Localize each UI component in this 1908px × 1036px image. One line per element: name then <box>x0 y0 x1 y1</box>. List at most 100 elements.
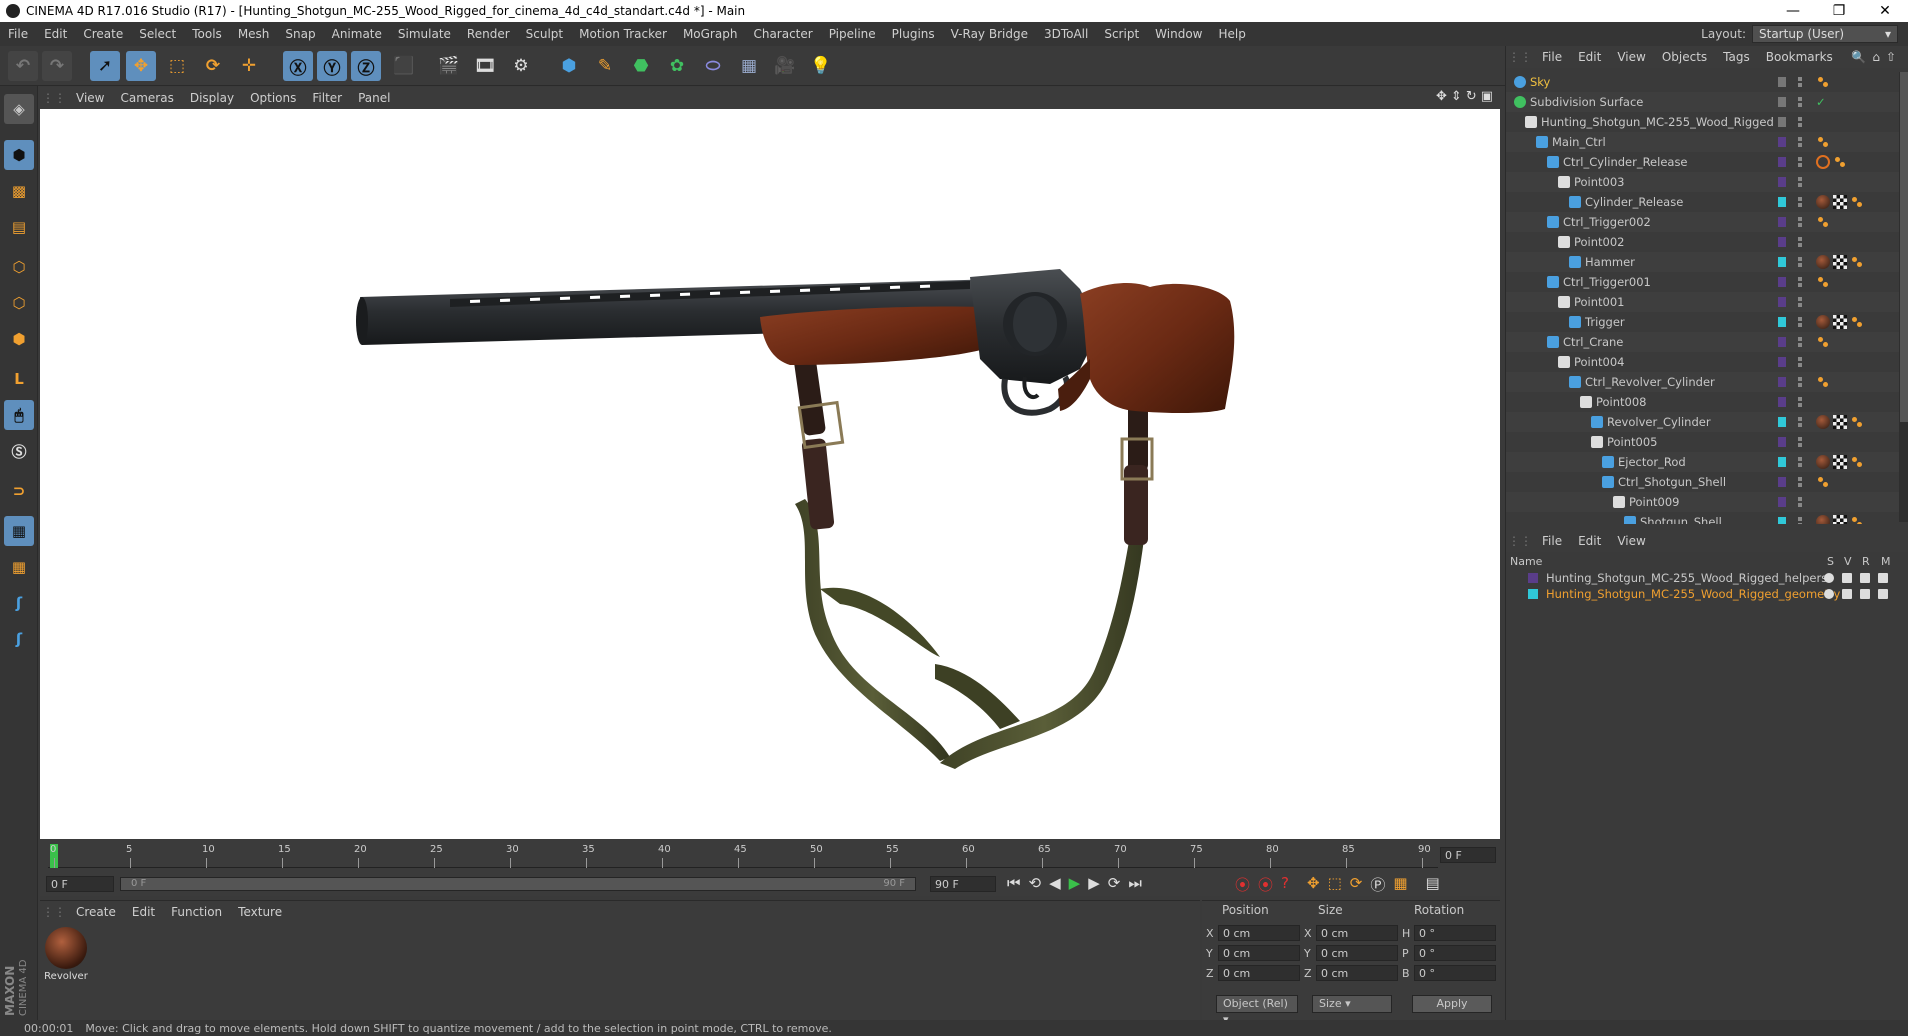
visibility-dots-icon[interactable] <box>1798 177 1802 187</box>
position-value-field[interactable] <box>1218 965 1300 981</box>
visibility-dots-icon[interactable] <box>1798 77 1802 87</box>
viewport-menu-cameras[interactable]: Cameras <box>112 91 181 105</box>
menu-help[interactable]: Help <box>1210 27 1253 41</box>
visibility-dots-icon[interactable] <box>1798 197 1802 207</box>
menu-3dtoall[interactable]: 3DToAll <box>1036 27 1096 41</box>
weight-tag-icon[interactable] <box>1816 135 1830 149</box>
weight-tag-icon[interactable] <box>1816 75 1830 89</box>
object-row[interactable]: Subdivision Surface ✓ <box>1506 92 1899 112</box>
material-menu-edit[interactable]: Edit <box>124 905 163 919</box>
layer-solo-toggle[interactable] <box>1824 573 1834 583</box>
viewport-menu-panel[interactable]: Panel <box>350 91 398 105</box>
keyframe-selection-icon[interactable]: ? <box>1281 874 1289 895</box>
layer-color-swatch[interactable] <box>1778 317 1786 327</box>
polygons-mode-icon[interactable]: ⬢ <box>4 324 34 354</box>
x-axis-lock-button[interactable]: Ⓧ <box>283 51 313 81</box>
material-menu-function[interactable]: Function <box>163 905 230 919</box>
texture-tag-icon[interactable] <box>1833 255 1847 269</box>
object-row[interactable]: Sky <box>1506 72 1899 92</box>
deformer-icon[interactable]: ⬭ <box>698 51 728 81</box>
object-tree-scrollbar[interactable] <box>1899 72 1908 522</box>
menu-create[interactable]: Create <box>75 27 131 41</box>
camera-icon[interactable]: 🎥 <box>770 51 800 81</box>
layer-color-swatch[interactable] <box>1778 517 1786 524</box>
visibility-dots-icon[interactable] <box>1798 377 1802 387</box>
visibility-dots-icon[interactable] <box>1798 297 1802 307</box>
texture-tag-icon[interactable] <box>1833 415 1847 429</box>
weight-tag-icon[interactable] <box>1850 255 1864 269</box>
layer-color-swatch[interactable] <box>1778 377 1786 387</box>
object-row[interactable]: Point003 <box>1506 172 1899 192</box>
menu-tools[interactable]: Tools <box>184 27 230 41</box>
size-value-field[interactable] <box>1316 945 1398 961</box>
object-row[interactable]: Shotgun_Shell <box>1506 512 1899 524</box>
viewport-menu-display[interactable]: Display <box>182 91 242 105</box>
key-parameter-icon[interactable]: Ⓟ <box>1370 874 1385 895</box>
go-to-end-icon[interactable]: ⏭ <box>1128 874 1142 892</box>
layer-manager-toggle[interactable] <box>1878 573 1888 583</box>
previous-frame-icon[interactable]: ◀ <box>1049 874 1061 892</box>
layer-color-swatch[interactable] <box>1528 589 1538 599</box>
object-row[interactable]: Main_Ctrl <box>1506 132 1899 152</box>
texture-tag-icon[interactable] <box>1833 455 1847 469</box>
layer-color-swatch[interactable] <box>1778 417 1786 427</box>
layers-menu-file[interactable]: File <box>1534 534 1570 548</box>
object-row[interactable]: Point005 <box>1506 432 1899 452</box>
visibility-dots-icon[interactable] <box>1798 337 1802 347</box>
pen-spline-icon[interactable]: ✎ <box>590 51 620 81</box>
cloner-icon[interactable]: ✿ <box>662 51 692 81</box>
rotation-value-field[interactable] <box>1414 945 1496 961</box>
next-keyframe-icon[interactable]: ⟳ <box>1108 874 1121 892</box>
cube-object-icon[interactable]: ⬢ <box>554 51 584 81</box>
weight-tag-icon[interactable] <box>1850 455 1864 469</box>
menu-script[interactable]: Script <box>1096 27 1147 41</box>
menu-sculpt[interactable]: Sculpt <box>518 27 571 41</box>
timeline-ruler[interactable]: 0 5 10 15 20 25 30 35 40 45 50 55 60 65 70 75 80 85 90 <box>40 840 1500 872</box>
layer-color-swatch[interactable] <box>1778 137 1786 147</box>
restore-button[interactable]: ❐ <box>1816 0 1862 22</box>
layer-color-swatch[interactable] <box>1778 117 1786 127</box>
layer-color-swatch[interactable] <box>1778 297 1786 307</box>
render-picture-viewer-button[interactable]: 🎞 <box>470 51 500 81</box>
y-axis-lock-button[interactable]: Ⓨ <box>317 51 347 81</box>
layout-dropdown[interactable]: Startup (User) ▾ <box>1752 25 1898 43</box>
search-icon[interactable]: 🔍 <box>1851 50 1866 64</box>
visibility-dots-icon[interactable] <box>1798 457 1802 467</box>
layer-color-swatch[interactable] <box>1778 197 1786 207</box>
texture-tag-icon[interactable] <box>1833 515 1847 524</box>
menu-edit[interactable]: Edit <box>36 27 75 41</box>
layer-row[interactable]: Hunting_Shotgun_MC-255_Wood_Rigged_helpe… <box>1506 570 1908 586</box>
object-row[interactable]: Ctrl_Revolver_Cylinder <box>1506 372 1899 392</box>
weight-tag-icon[interactable] <box>1850 195 1864 209</box>
layer-manager-toggle[interactable] <box>1878 589 1888 599</box>
tweak-mode-icon[interactable]: 🖱 <box>4 400 34 430</box>
layer-visible-eye-icon[interactable] <box>1842 589 1852 599</box>
redo-button[interactable]: ↷ <box>42 51 72 81</box>
layer-list[interactable]: Hunting_Shotgun_MC-255_Wood_Rigged_helpe… <box>1506 570 1908 602</box>
visibility-dots-icon[interactable] <box>1798 137 1802 147</box>
objects-menu-objects[interactable]: Objects <box>1654 50 1715 64</box>
weight-tag-icon[interactable] <box>1850 315 1864 329</box>
objects-menu-file[interactable]: File <box>1534 50 1570 64</box>
visibility-dots-icon[interactable] <box>1798 237 1802 247</box>
size-value-field[interactable] <box>1316 965 1398 981</box>
material-tag-icon[interactable] <box>1816 515 1830 524</box>
menu-select[interactable]: Select <box>131 27 184 41</box>
weight-tag-icon[interactable] <box>1850 515 1864 524</box>
pan-icon[interactable]: ✥ <box>1436 89 1447 104</box>
menu-motion-tracker[interactable]: Motion Tracker <box>571 27 675 41</box>
visibility-dots-icon[interactable] <box>1798 277 1802 287</box>
navigate-up-icon[interactable]: ⇧ <box>1886 50 1896 64</box>
material-tag-icon[interactable] <box>1816 315 1830 329</box>
layer-color-swatch[interactable] <box>1778 477 1786 487</box>
recent-tool-button[interactable]: ✛ <box>234 51 264 81</box>
layer-color-swatch[interactable] <box>1528 573 1538 583</box>
menu-render[interactable]: Render <box>459 27 518 41</box>
object-row[interactable]: Ctrl_Crane <box>1506 332 1899 352</box>
axis-mode-icon[interactable]: L <box>4 364 34 394</box>
python-icon[interactable]: ʃ <box>4 588 34 618</box>
viewport-menu-options[interactable]: Options <box>242 91 304 105</box>
object-row[interactable]: Point008 <box>1506 392 1899 412</box>
menu-simulate[interactable]: Simulate <box>390 27 459 41</box>
layer-color-swatch[interactable] <box>1778 337 1786 347</box>
